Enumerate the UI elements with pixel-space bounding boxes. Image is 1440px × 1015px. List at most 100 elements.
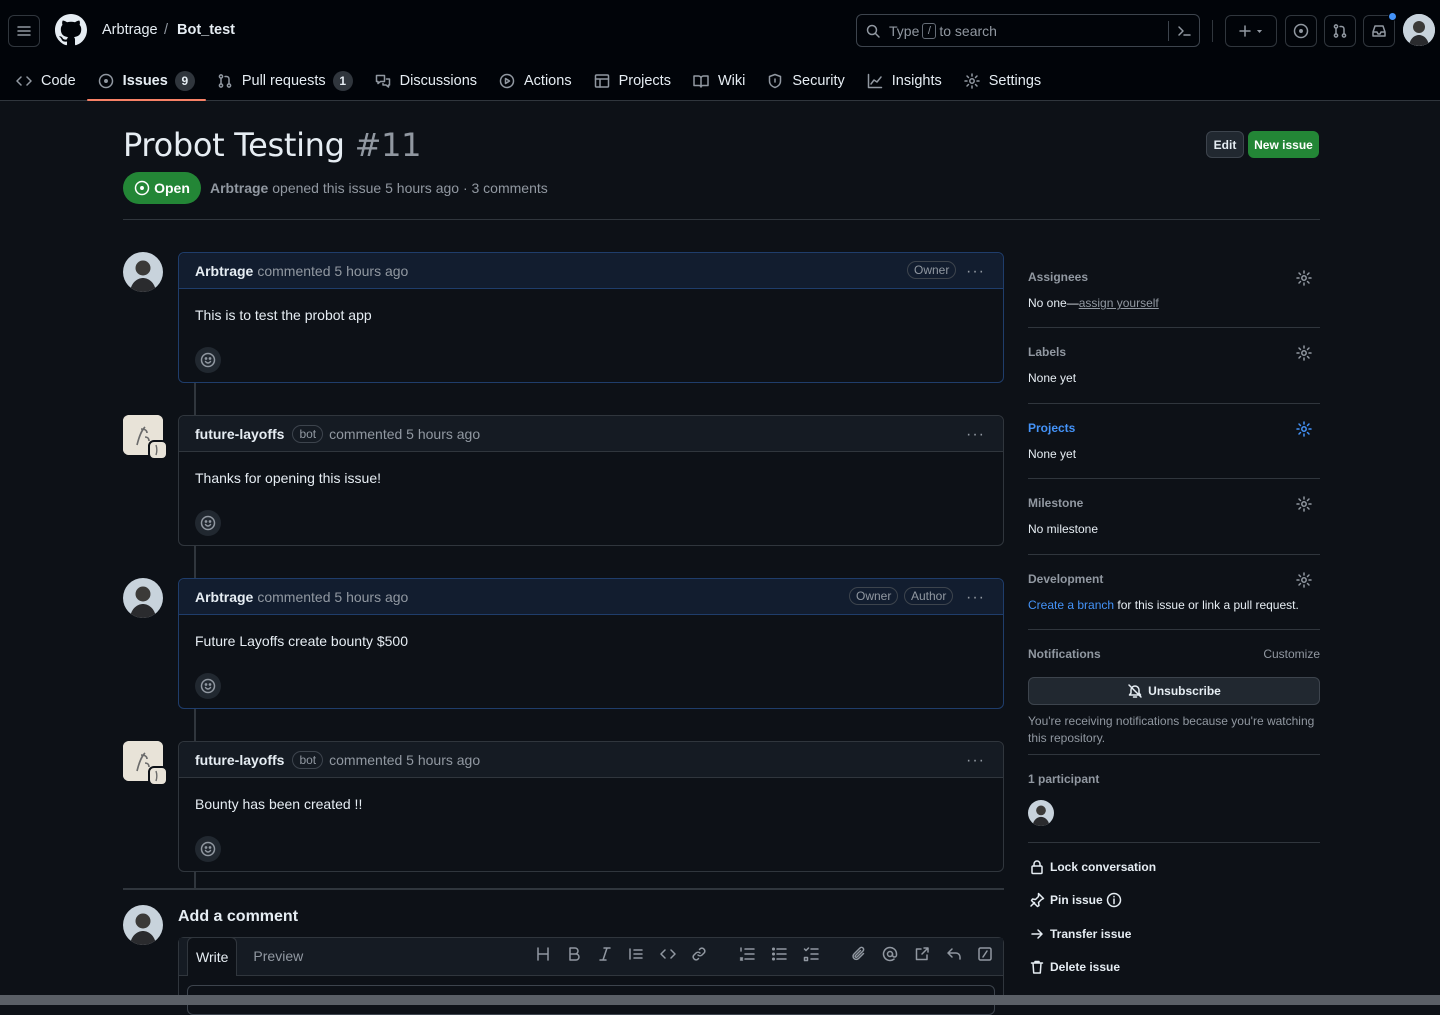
comment-author[interactable]: future-layoffs <box>195 426 284 442</box>
gear-icon[interactable] <box>1296 270 1312 286</box>
code-icon[interactable] <box>660 946 676 962</box>
reply-icon[interactable] <box>946 946 962 962</box>
comment-options-button[interactable]: ··· <box>966 752 985 770</box>
sidebar-divider <box>1028 754 1320 755</box>
cross-reference-icon[interactable] <box>914 946 930 962</box>
tab-code[interactable]: Code <box>5 62 87 100</box>
unsubscribe-button[interactable]: Unsubscribe <box>1028 677 1320 705</box>
trash-icon <box>1030 960 1044 974</box>
customize-link[interactable]: Customize <box>1263 647 1320 661</box>
comment-author[interactable]: Arbtrage <box>195 263 253 279</box>
git-pull-request-icon <box>218 74 232 88</box>
pin-issue-button[interactable]: Pin issue <box>1029 892 1127 908</box>
comment-time[interactable]: commented 5 hours ago <box>257 263 408 279</box>
transfer-issue-button[interactable]: Transfer issue <box>1029 926 1131 942</box>
heading-icon[interactable] <box>535 946 551 962</box>
comment-options-button[interactable]: ··· <box>966 426 985 444</box>
mention-icon[interactable] <box>882 946 898 962</box>
unsubscribe-label: Unsubscribe <box>1148 684 1221 698</box>
tab-issues[interactable]: Issues 9 <box>86 62 206 101</box>
bot-avatar[interactable] <box>123 415 168 460</box>
comment-time[interactable]: commented 5 hours ago <box>329 752 480 768</box>
info-icon[interactable] <box>1106 892 1122 908</box>
tab-write[interactable]: Write <box>187 937 238 976</box>
tab-discussions[interactable]: Discussions <box>364 62 488 100</box>
projects-heading[interactable]: Projects <box>1028 421 1320 435</box>
assignees-heading[interactable]: Assignees <box>1028 270 1320 284</box>
comment-author[interactable]: future-layoffs <box>195 752 284 768</box>
ordered-list-icon[interactable] <box>739 946 755 962</box>
menu-button[interactable] <box>8 15 40 47</box>
unordered-list-icon[interactable] <box>771 946 787 962</box>
tab-pull-requests-label: Pull requests <box>241 73 326 89</box>
add-reaction-button[interactable] <box>195 347 221 373</box>
comment-author[interactable]: Arbtrage <box>195 589 253 605</box>
add-reaction-button[interactable] <box>195 836 221 862</box>
user-avatar[interactable] <box>1403 14 1435 46</box>
new-issue-button[interactable]: New issue <box>1248 131 1319 158</box>
gear-icon[interactable] <box>1296 572 1312 588</box>
timeline-end-divider <box>123 888 1004 890</box>
tab-projects[interactable]: Projects <box>583 62 682 100</box>
sidebar-divider <box>1028 327 1320 328</box>
edit-button[interactable]: Edit <box>1206 131 1244 158</box>
sidebar-divider <box>1028 842 1320 843</box>
comment-options-button[interactable]: ··· <box>966 589 985 607</box>
slash-command-icon[interactable] <box>977 946 993 962</box>
user-avatar-image <box>123 578 163 618</box>
create-new-button[interactable] <box>1225 15 1277 47</box>
search-input[interactable]: Type / to search <box>856 14 1200 47</box>
tab-pull-requests[interactable]: Pull requests 1 <box>206 62 364 100</box>
task-list-icon[interactable] <box>803 946 819 962</box>
owner-badge: Owner <box>907 261 957 279</box>
comment-options-button[interactable]: ··· <box>966 263 985 281</box>
comment-time[interactable]: commented 5 hours ago <box>329 426 480 442</box>
tab-wiki[interactable]: Wiki <box>682 62 756 100</box>
add-reaction-button[interactable] <box>195 673 221 699</box>
link-icon[interactable] <box>691 946 707 962</box>
tab-preview[interactable]: Preview <box>245 937 311 975</box>
search-shortcut-key: / <box>922 22 937 39</box>
search-suffix: to search <box>939 22 997 39</box>
gear-icon[interactable] <box>1296 496 1312 512</box>
tab-security[interactable]: Security <box>756 62 855 100</box>
gear-icon[interactable] <box>1296 345 1312 361</box>
breadcrumb-repo[interactable]: Bot_test <box>177 22 235 38</box>
lock-conversation-button[interactable]: Lock conversation <box>1029 859 1156 875</box>
assign-yourself-link[interactable]: assign yourself <box>1079 296 1159 310</box>
labels-value: None yet <box>1028 371 1077 385</box>
labels-heading[interactable]: Labels <box>1028 345 1320 359</box>
command-palette-icon[interactable] <box>1176 23 1192 39</box>
sidebar-participants: 1 participant <box>1028 772 1320 826</box>
create-branch-link[interactable]: Create a branch <box>1028 598 1114 612</box>
participant-avatar[interactable] <box>1028 800 1054 826</box>
tab-settings[interactable]: Settings <box>953 62 1052 100</box>
issues-button[interactable] <box>1285 15 1317 47</box>
github-logo-icon[interactable] <box>55 14 87 46</box>
tab-pull-requests-count: 1 <box>332 71 353 91</box>
quote-icon[interactable] <box>628 946 644 962</box>
avatar[interactable] <box>123 252 163 292</box>
breadcrumb-owner[interactable]: Arbtrage <box>102 22 158 38</box>
sidebar-milestone: Milestone No milestone <box>1028 496 1320 536</box>
paperclip-icon[interactable] <box>851 946 867 962</box>
avatar[interactable] <box>123 578 163 618</box>
avatar[interactable] <box>123 905 163 945</box>
issue-author[interactable]: Arbtrage <box>210 180 268 196</box>
bold-icon[interactable] <box>566 946 582 962</box>
italic-icon[interactable] <box>597 946 613 962</box>
development-heading[interactable]: Development <box>1028 572 1320 586</box>
bot-avatar[interactable] <box>123 741 168 786</box>
comment-time[interactable]: commented 5 hours ago <box>257 589 408 605</box>
milestone-heading[interactable]: Milestone <box>1028 496 1320 510</box>
horizontal-scrollbar[interactable] <box>0 995 1440 1005</box>
add-reaction-button[interactable] <box>195 510 221 536</box>
tab-insights[interactable]: Insights <box>856 62 953 100</box>
pull-requests-button[interactable] <box>1324 15 1356 47</box>
comment-body: This is to test the probot app <box>195 307 372 323</box>
gear-icon[interactable] <box>1296 421 1312 437</box>
comment-header: future-layoffs bot commented 5 hours ago… <box>179 742 1003 778</box>
tab-actions[interactable]: Actions <box>488 62 583 100</box>
delete-issue-button[interactable]: Delete issue <box>1029 959 1120 975</box>
bot-badge: bot <box>292 424 324 443</box>
